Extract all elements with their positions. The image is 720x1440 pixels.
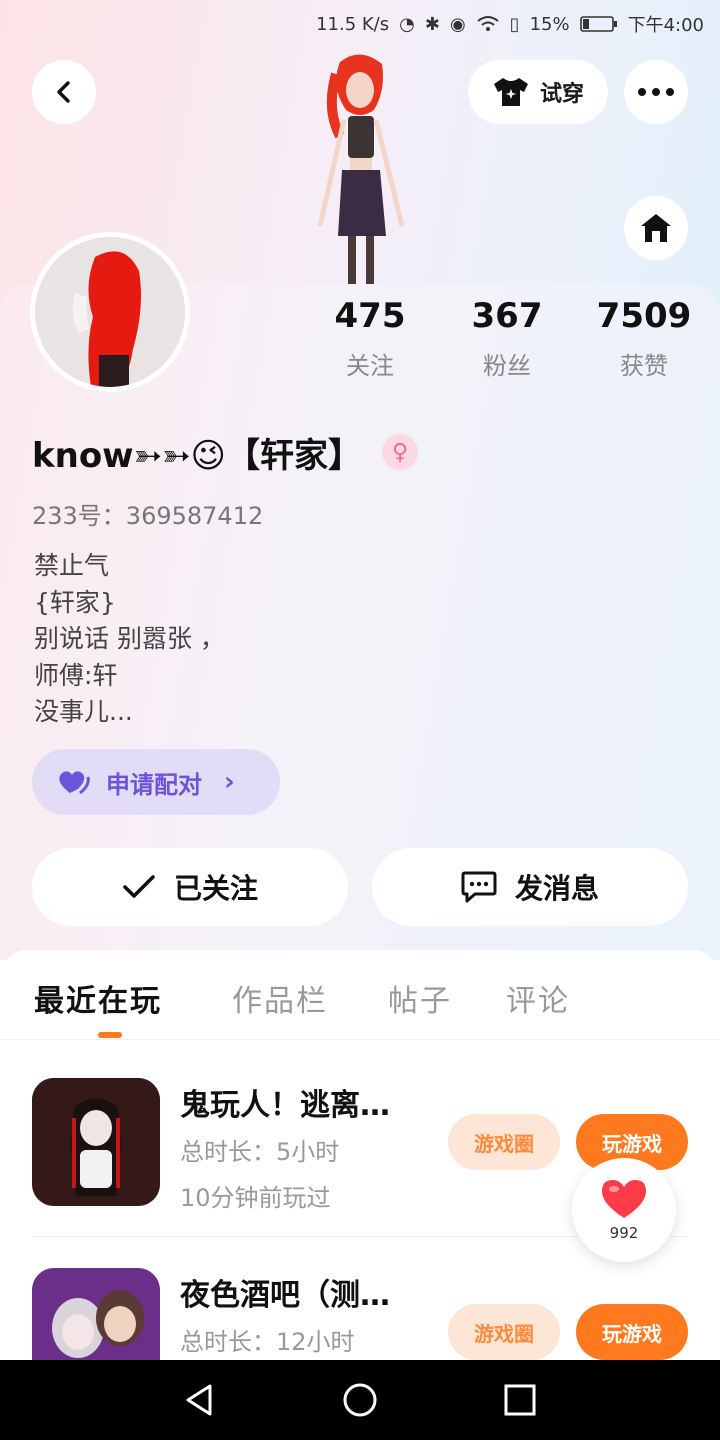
- game-playtime: 总时长：5小时: [180, 1138, 340, 1166]
- stat-likes[interactable]: 7509 获赞: [584, 296, 704, 381]
- tab-recent-games[interactable]: 最近在玩: [34, 976, 162, 1020]
- network-speed: 11.5 K/s: [316, 13, 390, 35]
- bio-line: 师傅:轩: [34, 660, 118, 690]
- back-button[interactable]: [32, 60, 96, 124]
- avatar[interactable]: [30, 232, 190, 392]
- game-icon-image: [32, 1078, 160, 1206]
- stat-value: 7509: [596, 296, 692, 336]
- tab-comments[interactable]: 评论: [506, 976, 570, 1020]
- chat-bubble-icon: [461, 871, 497, 903]
- game-title[interactable]: 鬼玩人！逃离…: [180, 1080, 390, 1124]
- bio-line: 禁止气: [34, 551, 110, 580]
- wifi-icon: [477, 16, 499, 31]
- user-id[interactable]: 233号：369587412: [32, 496, 263, 531]
- game-playtime: 总时长：12小时: [180, 1328, 355, 1356]
- like-button[interactable]: 992: [572, 1158, 676, 1262]
- data-icon: ◔: [399, 13, 415, 35]
- play-game-button[interactable]: 玩游戏: [576, 1304, 688, 1360]
- status-bar: 11.5 K/s ◔ ✱ ◉ ▯ 15% 下午4:00: [0, 0, 720, 48]
- tryon-label: 试穿: [539, 82, 584, 107]
- game-last-played: 10分钟前玩过: [180, 1184, 331, 1212]
- game-icon[interactable]: [32, 1078, 160, 1206]
- check-icon: [123, 875, 155, 898]
- more-dots-icon: [638, 88, 674, 96]
- username: know➳➳😉【轩家】: [32, 435, 363, 476]
- heart-pair-icon: [59, 771, 90, 795]
- game-circle-button[interactable]: 游戏圈: [448, 1114, 560, 1170]
- sim-alert-icon: ▯: [509, 13, 520, 35]
- heart-icon: [602, 1180, 646, 1218]
- eye-icon: ◉: [449, 13, 466, 35]
- battery-percent: 15%: [529, 13, 570, 35]
- gender-female-icon: ♀: [382, 434, 419, 470]
- tab-works[interactable]: 作品栏: [232, 976, 328, 1020]
- nav-home-icon[interactable]: [340, 1380, 380, 1420]
- stat-label: 粉丝: [483, 352, 531, 380]
- shirt-icon: [493, 78, 528, 106]
- stat-value: 367: [471, 296, 543, 336]
- tab-posts[interactable]: 帖子: [388, 976, 452, 1020]
- active-tab-indicator: [98, 1032, 122, 1038]
- followed-label: 已关注: [173, 872, 258, 905]
- system-nav-bar: [0, 1360, 720, 1440]
- username-row: know➳➳😉【轩家】 ♀: [32, 424, 419, 480]
- battery-icon: [579, 16, 617, 32]
- like-count: 992: [609, 1224, 639, 1242]
- avatar-3d-model[interactable]: [300, 50, 420, 290]
- game-title[interactable]: 夜色酒吧（测…: [180, 1270, 390, 1314]
- stat-followers[interactable]: 367 粉丝: [447, 296, 567, 381]
- followed-button[interactable]: 已关注: [32, 848, 348, 926]
- nav-recents-icon[interactable]: [500, 1380, 540, 1420]
- stat-following[interactable]: 475 关注: [310, 296, 430, 381]
- profile-tabs: 最近在玩 作品栏 帖子 评论: [0, 950, 720, 1040]
- bio-line: {轩家}: [34, 587, 116, 617]
- chevron-left-icon: [57, 81, 70, 103]
- game-circle-button[interactable]: 游戏圈: [448, 1304, 560, 1360]
- bio: 禁止气 {轩家} 别说话 别嚣张 ， 师傅:轩 没事儿...: [34, 548, 225, 731]
- send-message-label: 发消息: [514, 872, 599, 905]
- tryon-button[interactable]: 试穿: [468, 60, 608, 124]
- stat-value: 475: [334, 296, 406, 336]
- avatar-image: [35, 237, 185, 387]
- bluetooth-icon: ✱: [424, 13, 440, 35]
- send-message-button[interactable]: 发消息: [372, 848, 688, 926]
- bio-line: 没事儿...: [34, 697, 133, 726]
- stat-label: 关注: [346, 352, 394, 380]
- pair-request-button[interactable]: 申请配对 ›: [32, 749, 280, 815]
- pair-request-label: 申请配对: [106, 770, 202, 799]
- home-icon: [641, 214, 671, 242]
- profile-stats: 475 关注 367 粉丝 7509 获赞: [310, 296, 710, 396]
- bio-line: 别说话 别嚣张 ，: [34, 624, 225, 653]
- nav-back-icon[interactable]: [180, 1380, 220, 1420]
- clock: 下午4:00: [627, 15, 704, 36]
- more-button[interactable]: [624, 60, 688, 124]
- stat-label: 获赞: [620, 352, 668, 380]
- home-button[interactable]: [624, 196, 688, 260]
- chevron-right-icon: ›: [224, 767, 235, 797]
